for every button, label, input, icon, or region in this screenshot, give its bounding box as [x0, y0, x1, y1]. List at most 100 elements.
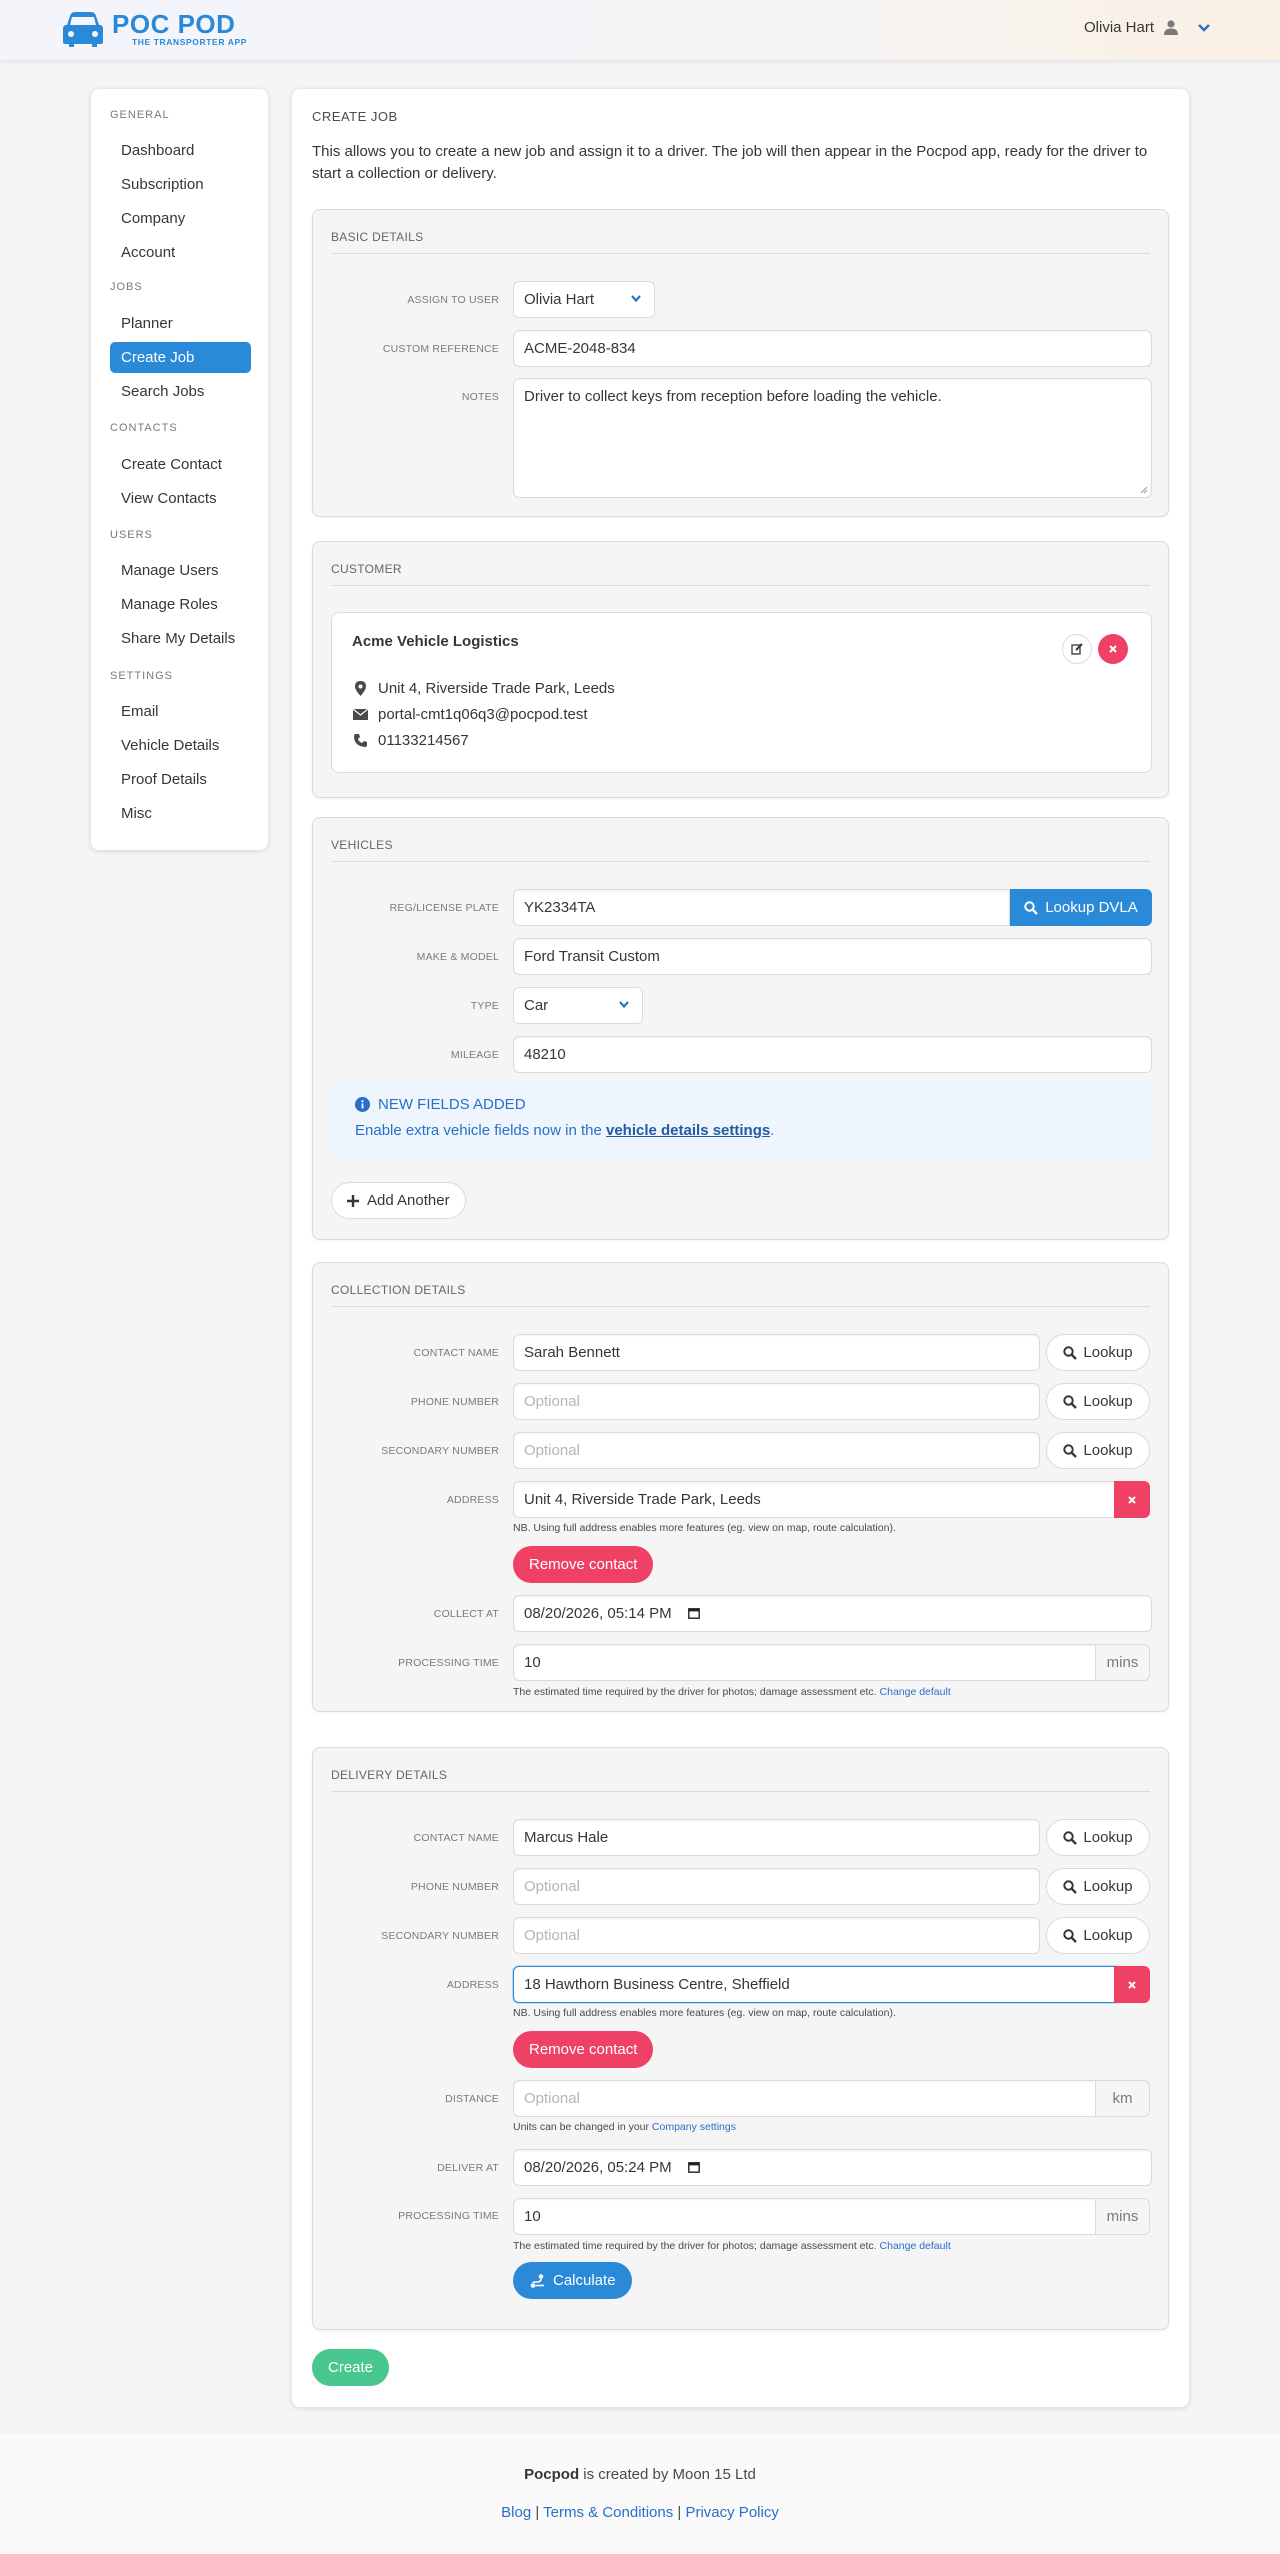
distance-input[interactable]: Optional	[513, 2080, 1098, 2117]
sidebar-item-email[interactable]: Email	[110, 696, 251, 727]
sidebar-item-dashboard[interactable]: Dashboard	[110, 135, 251, 166]
sidebar-item-manage-roles[interactable]: Manage Roles	[110, 589, 251, 620]
collection-processing-help: The estimated time required by the drive…	[513, 1686, 951, 1698]
delivery-address-input[interactable]: 18 Hawthorn Business Centre, Sheffield	[513, 1966, 1116, 2003]
basic-details-title: BASIC DETAILS	[331, 230, 424, 244]
delivery-contact-lookup-button[interactable]: Lookup	[1046, 1819, 1150, 1856]
sidebar-item-share-my-details[interactable]: Share My Details	[110, 623, 251, 654]
basic-details-panel: BASIC DETAILS ASSIGN TO USER Olivia Hart…	[312, 209, 1169, 517]
collection-processing-input[interactable]: 10	[513, 1644, 1098, 1681]
collection-contact-lookup-button[interactable]: Lookup	[1046, 1334, 1150, 1371]
collection-contact-name-input[interactable]: Sarah Bennett	[513, 1334, 1040, 1371]
collection-address-input[interactable]: Unit 4, Riverside Trade Park, Leeds	[513, 1481, 1116, 1518]
info-icon	[355, 1097, 370, 1112]
notice-title: NEW FIELDS ADDED	[378, 1096, 526, 1113]
customer-phone: 01133214567	[378, 732, 469, 749]
calendar-icon[interactable]	[687, 1607, 700, 1619]
clear-delivery-address-button[interactable]	[1114, 1966, 1150, 2003]
sidebar-item-company[interactable]: Company	[110, 203, 251, 234]
sidebar-item-create-contact[interactable]: Create Contact	[110, 449, 251, 480]
chevron-down-icon	[631, 295, 641, 303]
notes-label: NOTES	[461, 391, 499, 403]
vehicle-details-settings-link[interactable]: vehicle details settings	[606, 1122, 770, 1139]
delivery-processing-help: The estimated time required by the drive…	[513, 2240, 951, 2252]
delivery-secondary-lookup-button[interactable]: Lookup	[1046, 1917, 1150, 1954]
customer-card: Acme Vehicle Logistics Unit 4, Riverside…	[331, 612, 1152, 773]
resize-handle-icon[interactable]	[1140, 486, 1148, 494]
delivery-remove-contact-button[interactable]: Remove contact	[513, 2031, 654, 2068]
privacy-link[interactable]: Privacy Policy	[685, 2504, 778, 2521]
remove-customer-button[interactable]	[1098, 634, 1128, 664]
delivery-secondary-input[interactable]: Optional	[513, 1917, 1040, 1954]
calculate-button[interactable]: Calculate	[513, 2262, 632, 2299]
sidebar-item-view-contacts[interactable]: View Contacts	[110, 483, 251, 514]
add-another-vehicle-button[interactable]: Add Another	[331, 1182, 466, 1219]
search-icon	[1063, 1879, 1078, 1894]
sidebar-item-misc[interactable]: Misc	[110, 798, 251, 829]
blog-link[interactable]: Blog	[501, 2504, 531, 2521]
collection-phone-input[interactable]: Optional	[513, 1383, 1040, 1420]
make-model-input[interactable]: Ford Transit Custom	[513, 938, 1152, 975]
sidebar-item-search-jobs[interactable]: Search Jobs	[110, 376, 251, 407]
distance-unit-addon: km	[1095, 2080, 1150, 2117]
divider	[331, 1306, 1150, 1307]
search-icon	[1063, 1443, 1078, 1458]
collection-phone-lookup-button[interactable]: Lookup	[1046, 1383, 1150, 1420]
deliver-at-value: 08/20/2026, 05:24 PM	[524, 2159, 672, 2176]
collection-phone-label: PHONE NUMBER	[410, 1396, 499, 1408]
customer-name: Acme Vehicle Logistics	[352, 633, 519, 650]
sidebar-item-planner[interactable]: Planner	[110, 308, 251, 339]
collection-remove-contact-button[interactable]: Remove contact	[513, 1546, 654, 1583]
delivery-phone-lookup-button[interactable]: Lookup	[1046, 1868, 1150, 1905]
sidebar-item-proof-details[interactable]: Proof Details	[110, 764, 251, 795]
customer-title: CUSTOMER	[331, 562, 402, 576]
calendar-icon[interactable]	[687, 2161, 700, 2173]
plus-icon	[347, 1194, 359, 1207]
footer-separator: |	[673, 2504, 686, 2521]
lookup-dvla-button[interactable]: Lookup DVLA	[1010, 889, 1152, 926]
sidebar-item-create-job[interactable]: Create Job	[110, 342, 251, 373]
sidebar-item-account[interactable]: Account	[110, 237, 251, 268]
footer-credit: Pocpod is created by Moon 15 Ltd	[0, 2466, 1280, 2483]
delivery-phone-input[interactable]: Optional	[513, 1868, 1040, 1905]
custom-reference-input[interactable]: ACME-2048-834	[513, 330, 1152, 367]
collect-at-input[interactable]: 08/20/2026, 05:14 PM	[513, 1595, 1152, 1632]
chevron-down-icon[interactable]	[1196, 22, 1212, 34]
sidebar-item-vehicle-details[interactable]: Vehicle Details	[110, 730, 251, 761]
deliver-at-input[interactable]: 08/20/2026, 05:24 PM	[513, 2149, 1152, 2186]
terms-link[interactable]: Terms & Conditions	[543, 2504, 673, 2521]
notice-text: Enable extra vehicle fields now in the	[355, 1122, 606, 1139]
divider	[331, 861, 1150, 862]
vehicle-type-select[interactable]: Car	[513, 987, 643, 1024]
delivery-processing-input[interactable]: 10	[513, 2198, 1098, 2235]
sidebar-section-settings: SETTINGS	[110, 670, 174, 682]
sidebar-section-general: GENERAL	[110, 109, 170, 121]
assign-user-select[interactable]: Olivia Hart	[513, 281, 655, 318]
new-fields-notice: NEW FIELDS ADDED Enable extra vehicle fi…	[331, 1082, 1152, 1162]
delivery-mins-addon: mins	[1095, 2198, 1150, 2235]
change-default-link[interactable]: Change default	[880, 1686, 951, 1698]
delivery-contact-name-input[interactable]: Marcus Hale	[513, 1819, 1040, 1856]
collection-address-help: NB. Using full address enables more feat…	[513, 1522, 896, 1534]
collection-secondary-lookup-button[interactable]: Lookup	[1046, 1432, 1150, 1469]
clear-collection-address-button[interactable]	[1114, 1481, 1150, 1518]
company-settings-link[interactable]: Company settings	[652, 2121, 736, 2133]
collection-secondary-input[interactable]: Optional	[513, 1432, 1040, 1469]
notes-textarea[interactable]: Driver to collect keys from reception be…	[513, 378, 1152, 498]
change-default-link[interactable]: Change default	[880, 2240, 951, 2252]
reg-input[interactable]: YK2334TA	[513, 889, 1010, 926]
sidebar-item-manage-users[interactable]: Manage Users	[110, 555, 251, 586]
sidebar-item-subscription[interactable]: Subscription	[110, 169, 251, 200]
edit-customer-button[interactable]	[1062, 634, 1092, 664]
search-icon	[1063, 1345, 1078, 1360]
delivery-contact-name-label: CONTACT NAME	[413, 1832, 499, 1844]
mileage-input[interactable]: 48210	[513, 1036, 1152, 1073]
brand-name: POC POD	[112, 9, 236, 39]
create-job-button[interactable]: Create	[312, 2349, 390, 2386]
lookup-label: Lookup	[1083, 1927, 1133, 1944]
processing-help-text: The estimated time required by the drive…	[513, 2240, 877, 2252]
user-menu[interactable]: Olivia Hart	[1084, 19, 1212, 36]
customer-email: portal-cmt1q06q3@pocpod.test	[378, 706, 588, 723]
brand-logo[interactable]: POC POD THE TRANSPORTER APP	[62, 10, 247, 48]
delivery-phone-label: PHONE NUMBER	[410, 1881, 499, 1893]
